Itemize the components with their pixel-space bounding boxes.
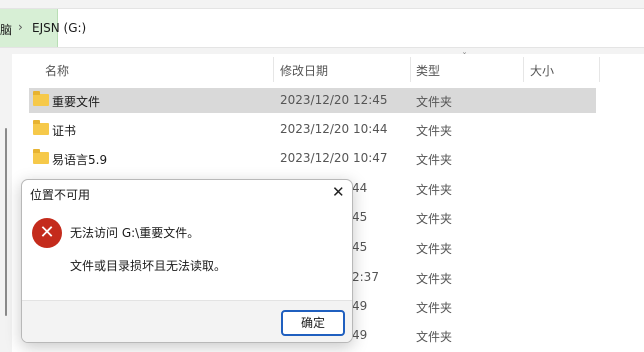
file-modified: 2023/12/20 10:47: [280, 151, 388, 165]
address-bar[interactable]: 脑 › EJSN (G:): [0, 8, 644, 48]
column-header-modified[interactable]: 修改日期: [280, 62, 328, 79]
column-divider[interactable]: [599, 57, 600, 82]
file-type: 文件夹: [416, 212, 453, 226]
error-icon: ✕: [32, 218, 62, 248]
file-row[interactable]: 易语言5.9 2023/12/20 10:47 文件夹: [29, 146, 596, 171]
column-header-type[interactable]: 类型: [416, 62, 440, 79]
column-divider[interactable]: [410, 57, 411, 82]
file-type: 文件夹: [416, 183, 453, 197]
nav-scrollbar[interactable]: [5, 128, 7, 316]
breadcrumb-current[interactable]: EJSN (G:): [32, 21, 86, 35]
column-divider[interactable]: [273, 57, 274, 82]
dialog-title: 位置不可用: [30, 188, 91, 202]
file-name: 证书: [52, 124, 77, 138]
file-type: 文件夹: [416, 272, 453, 286]
file-modified: 45: [352, 210, 368, 224]
file-name: 重要文件: [52, 95, 101, 109]
close-icon[interactable]: ✕: [332, 183, 345, 201]
file-type: 文件夹: [416, 301, 453, 315]
chevron-right-icon: ›: [18, 20, 23, 34]
folder-icon: [33, 149, 49, 164]
file-type: 文件夹: [416, 242, 453, 256]
file-type: 文件夹: [416, 330, 453, 344]
file-type: 文件夹: [416, 124, 453, 138]
file-modified: 49: [352, 328, 368, 342]
file-modified: 44: [352, 181, 368, 195]
folder-icon: [33, 91, 49, 106]
file-type: 文件夹: [416, 153, 453, 167]
file-modified: 2023/12/20 12:45: [280, 93, 388, 107]
file-row[interactable]: 重要文件 2023/12/20 12:45 文件夹: [29, 88, 596, 113]
ok-button[interactable]: 确定: [281, 310, 345, 336]
file-name: 易语言5.9: [52, 153, 108, 167]
dialog-message: 无法访问 G:\重要文件。: [70, 226, 200, 240]
file-modified: 2023/12/20 10:44: [280, 122, 388, 136]
file-type: 文件夹: [416, 95, 453, 109]
error-dialog: 位置不可用 ✕ ✕ 无法访问 G:\重要文件。 文件或目录损坏且无法读取。 确定: [21, 179, 353, 343]
column-divider[interactable]: [523, 57, 524, 82]
file-modified: 49: [352, 299, 368, 313]
sort-indicator-icon: ˇ: [462, 52, 467, 63]
breadcrumb-previous-label: 脑: [0, 23, 13, 37]
file-modified: 45: [352, 240, 368, 254]
dialog-footer: 确定: [22, 300, 352, 342]
folder-icon: [33, 120, 49, 135]
dialog-detail: 文件或目录损坏且无法读取。: [70, 259, 227, 273]
column-header-size[interactable]: 大小: [530, 62, 554, 79]
column-header-name[interactable]: 名称: [45, 62, 69, 79]
file-modified: 2:37: [352, 270, 379, 284]
file-row[interactable]: 证书 2023/12/20 10:44 文件夹: [29, 117, 596, 142]
